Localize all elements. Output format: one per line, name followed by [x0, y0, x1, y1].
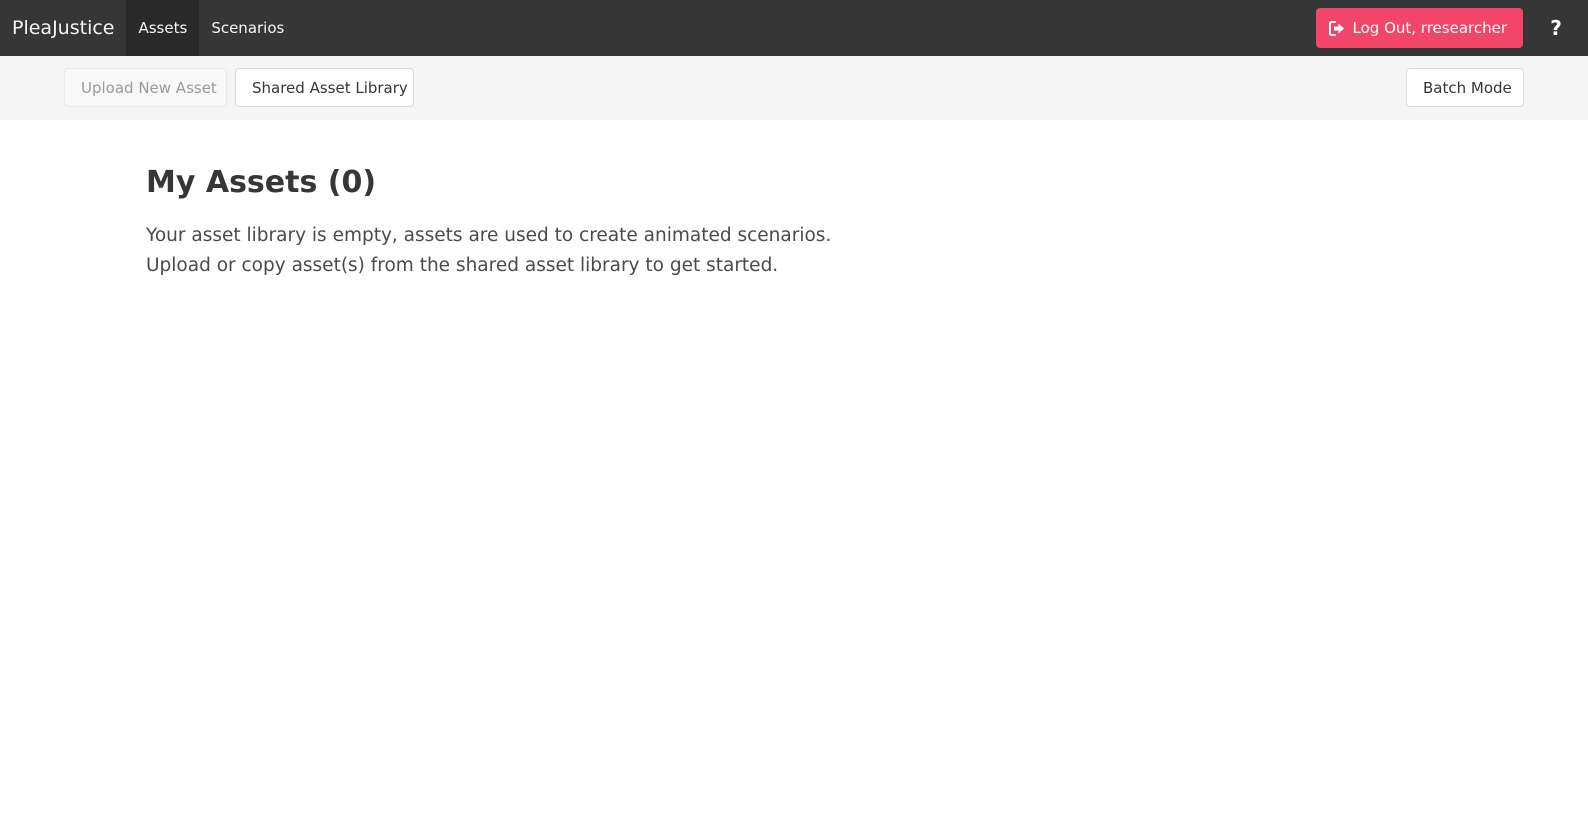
help-button[interactable]: ? — [1536, 0, 1576, 56]
brand-logo[interactable]: PleaJustice — [0, 0, 126, 56]
main-content: My Assets (0) Your asset library is empt… — [146, 164, 1046, 281]
navbar-end: Log Out, rresearcher ? — [1315, 0, 1588, 56]
asset-toolbar: Upload New Asset Shared Asset Library Ba… — [0, 56, 1588, 120]
sign-out-icon — [1328, 19, 1346, 37]
page-title: My Assets (0) — [146, 165, 377, 200]
top-navbar: PleaJustice Assets Scenarios Log Out, rr… — [0, 0, 1588, 56]
upload-new-asset-button[interactable]: Upload New Asset — [64, 68, 227, 107]
nav-item-assets[interactable]: Assets — [126, 0, 200, 56]
logout-label: Log Out, rresearcher — [1352, 19, 1507, 37]
nav-item-scenarios[interactable]: Scenarios — [199, 0, 296, 56]
logout-button[interactable]: Log Out, rresearcher — [1315, 8, 1523, 48]
shared-asset-library-button[interactable]: Shared Asset Library — [235, 68, 414, 107]
empty-state-line-1: Your asset library is empty, assets are … — [146, 224, 832, 246]
empty-state-message: Your asset library is empty, assets are … — [146, 221, 1046, 281]
question-icon: ? — [1550, 16, 1562, 40]
empty-state-line-2: Upload or copy asset(s) from the shared … — [146, 254, 779, 276]
batch-mode-button[interactable]: Batch Mode — [1406, 68, 1524, 107]
